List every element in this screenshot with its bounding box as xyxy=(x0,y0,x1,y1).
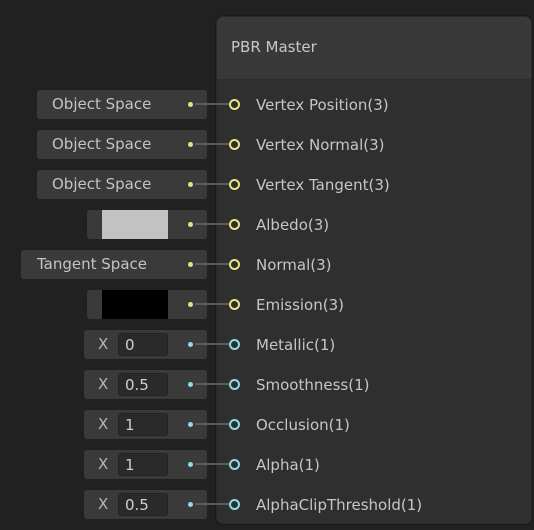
connector-dot xyxy=(188,342,193,347)
number-input[interactable]: 1 xyxy=(118,453,168,476)
input-port-emission[interactable] xyxy=(229,299,240,310)
space-dropdown-value: Object Space xyxy=(52,175,152,193)
input-port-vertex-position[interactable] xyxy=(229,99,240,110)
space-dropdown-vertex-tangent[interactable]: Object Space xyxy=(37,170,207,199)
input-port-vertex-tangent[interactable] xyxy=(229,179,240,190)
port-label-vertex-normal: Vertex Normal(3) xyxy=(256,136,385,154)
connector-dot xyxy=(188,382,193,387)
space-dropdown-vertex-position[interactable]: Object Space xyxy=(37,90,207,119)
port-label-vertex-tangent: Vertex Tangent(3) xyxy=(256,176,390,194)
input-port-metallic[interactable] xyxy=(229,339,240,350)
number-input[interactable]: 0.5 xyxy=(118,373,168,396)
input-port-alphaclipthreshold[interactable] xyxy=(229,499,240,510)
axis-label-x[interactable]: X xyxy=(98,450,108,479)
number-input[interactable]: 0.5 xyxy=(118,493,168,516)
color-swatch[interactable] xyxy=(102,210,168,239)
connector-wire xyxy=(195,383,229,385)
port-label-alpha: Alpha(1) xyxy=(256,456,320,474)
connector-wire xyxy=(195,423,229,425)
axis-label-x[interactable]: X xyxy=(98,490,108,519)
connector-wire xyxy=(195,263,229,265)
number-input[interactable]: 1 xyxy=(118,413,168,436)
port-label-vertex-position: Vertex Position(3) xyxy=(256,96,389,114)
input-port-albedo[interactable] xyxy=(229,219,240,230)
axis-label-x[interactable]: X xyxy=(98,410,108,439)
connector-dot xyxy=(188,262,193,267)
connector-wire xyxy=(195,343,229,345)
input-port-smoothness[interactable] xyxy=(229,379,240,390)
space-dropdown-normal[interactable]: Tangent Space xyxy=(21,250,207,279)
input-port-normal[interactable] xyxy=(229,259,240,270)
connector-wire xyxy=(195,463,229,465)
connector-dot xyxy=(188,502,193,507)
node-header[interactable]: PBR Master xyxy=(217,17,531,80)
port-label-occlusion: Occlusion(1) xyxy=(256,416,350,434)
connector-wire xyxy=(195,223,229,225)
port-label-smoothness: Smoothness(1) xyxy=(256,376,370,394)
space-dropdown-value: Object Space xyxy=(52,135,152,153)
axis-label-x[interactable]: X xyxy=(98,370,108,399)
connector-wire xyxy=(195,103,229,105)
connector-dot xyxy=(188,302,193,307)
space-dropdown-vertex-normal[interactable]: Object Space xyxy=(37,130,207,159)
node-title: PBR Master xyxy=(231,38,317,56)
connector-dot xyxy=(188,462,193,467)
port-label-normal: Normal(3) xyxy=(256,256,332,274)
port-label-albedo: Albedo(3) xyxy=(256,216,330,234)
color-swatch[interactable] xyxy=(102,290,168,319)
connector-wire xyxy=(195,143,229,145)
input-port-vertex-normal[interactable] xyxy=(229,139,240,150)
port-label-metallic: Metallic(1) xyxy=(256,336,336,354)
connector-wire xyxy=(195,503,229,505)
connector-dot xyxy=(188,142,193,147)
space-dropdown-value: Object Space xyxy=(52,95,152,113)
space-dropdown-value: Tangent Space xyxy=(37,255,147,273)
connector-wire xyxy=(195,303,229,305)
input-port-alpha[interactable] xyxy=(229,459,240,470)
connector-dot xyxy=(188,422,193,427)
input-port-occlusion[interactable] xyxy=(229,419,240,430)
port-label-alphaclipthreshold: AlphaClipThreshold(1) xyxy=(256,496,423,514)
port-label-emission: Emission(3) xyxy=(256,296,344,314)
connector-dot xyxy=(188,222,193,227)
number-input[interactable]: 0 xyxy=(118,333,168,356)
connector-dot xyxy=(188,182,193,187)
connector-wire xyxy=(195,183,229,185)
connector-dot xyxy=(188,102,193,107)
axis-label-x[interactable]: X xyxy=(98,330,108,359)
